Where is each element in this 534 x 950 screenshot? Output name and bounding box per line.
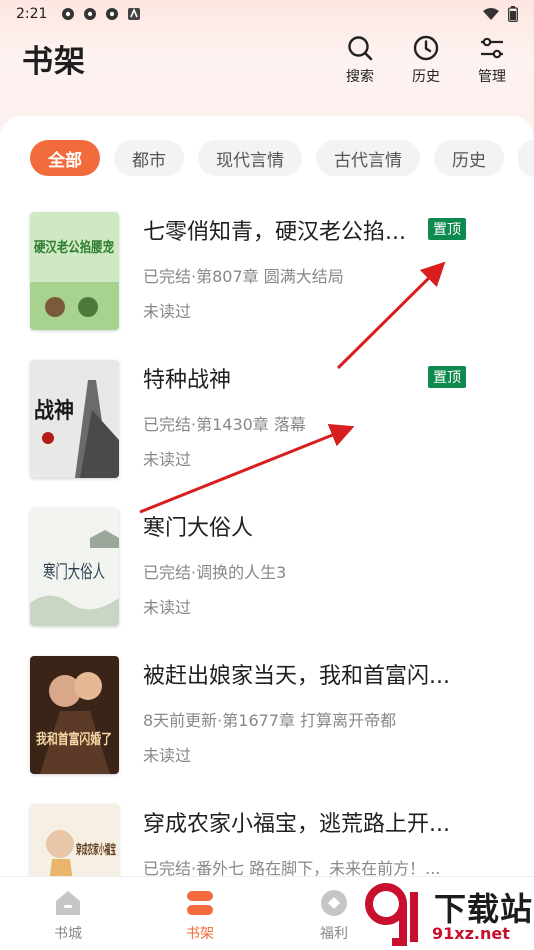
book-cover: 我和首富闪婚了 (30, 656, 119, 774)
watermark-logo-icon (365, 883, 418, 946)
status-time: 2:21 (16, 6, 48, 22)
nav-bookshelf[interactable]: 书架 (160, 887, 240, 943)
book-title: 特种战神 (143, 368, 232, 393)
pinned-badge: 置顶 (428, 366, 466, 388)
read-status: 未读过 (143, 746, 192, 765)
book-title: 穿成农家小福宝，逃荒路上开... (143, 812, 450, 837)
app-notification-icon (127, 7, 141, 21)
bookshelf-panel: 全部 都市 现代言情 古代言情 历史 硬汉老公掐腰宠 七零俏知青，硬汉老公掐..… (0, 116, 534, 876)
tab-history[interactable]: 历史 (434, 140, 504, 176)
book-item[interactable]: 寒门大俗人 寒门大俗人 已完结·调换的人生3 未读过 (0, 504, 534, 634)
book-title: 被赶出娘家当天，我和首富闪... (143, 664, 450, 689)
book-cover: 寒门大俗人 (30, 508, 119, 626)
wifi-icon (482, 7, 500, 21)
book-progress: 已完结·第1430章 落幕 (143, 415, 306, 434)
book-item[interactable]: 穿成农家小福宝 穿成农家小福宝，逃荒路上开... 已完结·番外七 路在脚下，未来… (0, 800, 534, 876)
book-cover: 战神 (30, 360, 119, 478)
status-bar: 2:21 (0, 0, 534, 28)
book-title: 七零俏知青，硬汉老公掐... (143, 220, 406, 245)
tab-ancient-romance[interactable]: 古代言情 (316, 140, 420, 176)
tab-urban[interactable]: 都市 (114, 140, 184, 176)
search-button[interactable]: 搜索 (336, 34, 384, 86)
sliders-icon (481, 37, 503, 59)
tab-all[interactable]: 全部 (30, 140, 100, 176)
svg-text:寒门大俗人: 寒门大俗人 (43, 562, 105, 583)
read-status: 未读过 (143, 450, 192, 469)
search-icon (348, 36, 373, 61)
watermark-url: 91xz.net (432, 924, 510, 943)
book-item[interactable]: 硬汉老公掐腰宠 七零俏知青，硬汉老公掐... 置顶 已完结·第807章 圆满大结… (0, 208, 534, 338)
notification-icon (105, 7, 119, 21)
notification-icon (61, 7, 75, 21)
book-progress: 8天前更新·第1677章 打算离开帝都 (143, 711, 397, 730)
book-progress: 已完结·调换的人生3 (143, 563, 287, 582)
book-item[interactable]: 战神 特种战神 置顶 已完结·第1430章 落幕 未读过 (0, 356, 534, 486)
pinned-badge: 置顶 (428, 218, 466, 240)
tab-more[interactable] (518, 140, 534, 176)
book-progress: 已完结·第807章 圆满大结局 (143, 267, 344, 286)
header: 书架 搜索 历史 管理 (0, 28, 534, 116)
svg-text:战神: 战神 (34, 398, 74, 424)
nav-rewards[interactable]: 福利 (294, 887, 374, 943)
category-tabs: 全部 都市 现代言情 古代言情 历史 (30, 140, 534, 176)
battery-icon (508, 6, 518, 22)
read-status: 未读过 (143, 598, 192, 617)
page-title: 书架 (22, 44, 86, 80)
nav-store[interactable]: 书城 (28, 887, 108, 943)
svg-text:硬汉老公掐腰宠: 硬汉老公掐腰宠 (34, 239, 114, 256)
history-button[interactable]: 历史 (402, 34, 450, 86)
book-cover: 穿成农家小福宝 (30, 804, 119, 876)
watermark: 下载站 91xz.net (364, 880, 534, 950)
tab-modern-romance[interactable]: 现代言情 (198, 140, 302, 176)
manage-button[interactable]: 管理 (468, 34, 516, 86)
notification-icon (83, 7, 97, 21)
book-item[interactable]: 我和首富闪婚了 被赶出娘家当天，我和首富闪... 8天前更新·第1677章 打算… (0, 652, 534, 782)
svg-text:我和首富闪婚了: 我和首富闪婚了 (36, 731, 112, 748)
svg-text:穿成农家小福宝: 穿成农家小福宝 (76, 842, 116, 858)
bookshelf-icon (187, 891, 213, 915)
book-cover: 硬汉老公掐腰宠 (30, 212, 119, 330)
book-progress: 已完结·番外七 路在脚下，未来在前方！... (143, 859, 441, 876)
book-title: 寒门大俗人 (143, 516, 254, 541)
gift-icon (321, 890, 347, 916)
clock-icon (413, 35, 439, 61)
read-status: 未读过 (143, 302, 192, 321)
store-icon (56, 891, 80, 915)
